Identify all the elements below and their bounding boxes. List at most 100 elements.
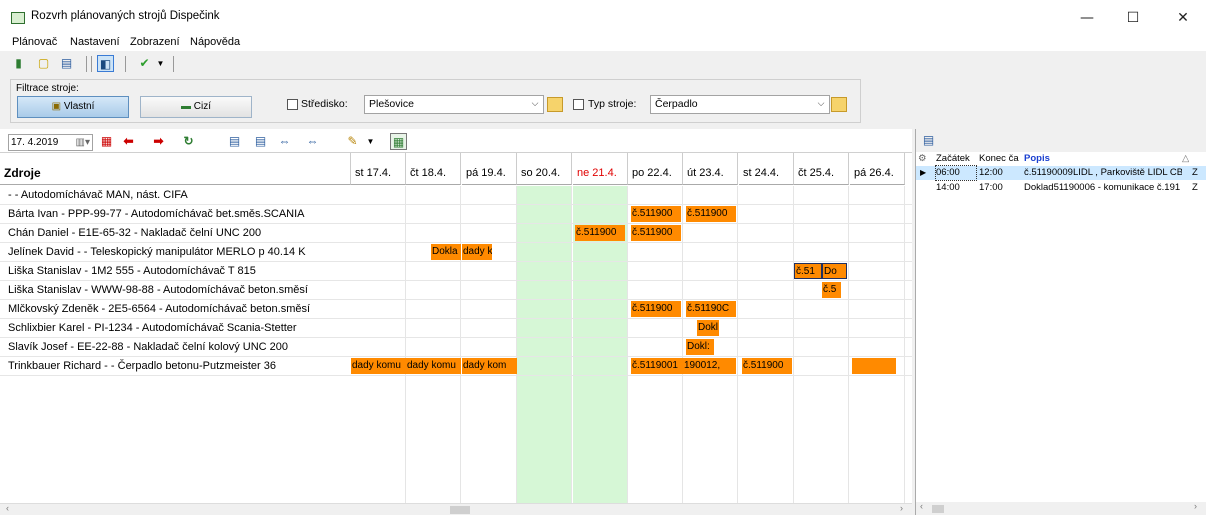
date-value: 17. 4.2019 (11, 137, 59, 148)
schedule-bar[interactable]: č.511900 (686, 206, 736, 222)
chevron-down-icon: ⌵ (817, 98, 825, 108)
schedule-bar[interactable]: č.5 (822, 282, 841, 298)
resource-row[interactable]: Schlixbier Karel - PI-1234 - Autodomíchá… (0, 319, 912, 338)
menu-bar: Plánovač Nastavení Zobrazení Nápověda (0, 33, 1206, 51)
folder-icon[interactable] (831, 97, 847, 112)
zoom-out-icon[interactable]: ▤ (226, 133, 243, 150)
start-column-header[interactable]: Začátek (936, 153, 978, 164)
schedule-bar[interactable]: Dokla (431, 244, 461, 260)
truck-icon: ▬ (180, 101, 194, 112)
resource-row[interactable]: Chán Daniel - E1E-65-32 - Nakladač čelní… (0, 224, 912, 243)
layout-view-icon[interactable]: ◧ (97, 55, 114, 72)
detail-row[interactable]: 14:00 17:00 Doklad51190006 - komunikace č.… (916, 181, 1206, 195)
resource-row[interactable]: Liška Stanislav - 1M2 555 - Autodomícháv… (0, 262, 912, 281)
resource-row[interactable]: Trinkbauer Richard - - Čerpadlo betonu-P… (0, 357, 912, 376)
resource-row[interactable]: Bárta Ivan - PPP-99-77 - Autodomíchávač … (0, 205, 912, 224)
zoom-in-icon[interactable]: ▤ (252, 133, 269, 150)
machine-type-select[interactable]: Čerpadlo ⌵ (650, 95, 830, 114)
schedule-bar[interactable]: dady komu (351, 358, 406, 374)
close-button[interactable]: ✕ (1160, 6, 1206, 30)
description-column-header[interactable]: Popis (1024, 153, 1174, 164)
day-header[interactable]: čt 18.4. (406, 153, 461, 185)
schedule-bar[interactable]: č.51 (794, 263, 822, 279)
foreign-machines-button[interactable]: ▬ Cizí (140, 96, 252, 118)
resource-label: Slavík Josef - EE-22-88 - Nakladač čelní… (8, 341, 289, 353)
schedule-bar[interactable]: dady komu (406, 358, 461, 374)
fit-columns-icon[interactable]: ⇔ (304, 133, 321, 150)
export-icon[interactable]: ▦ (390, 133, 407, 150)
edit-document-icon[interactable]: ▤ (920, 132, 937, 149)
check-icon[interactable]: ✔ (136, 55, 153, 72)
center-checkbox[interactable] (287, 99, 298, 110)
edit-document-icon[interactable]: ▤ (58, 55, 75, 72)
minimize-button[interactable]: — (1064, 6, 1110, 30)
start-time: 06:00 (935, 165, 977, 181)
type-checkbox[interactable] (573, 99, 584, 110)
machine-filter-group: Filtrace stroje: ▣ Vlastní ▬ Cizí Středi… (10, 79, 861, 123)
calendar-dropdown-icon: ▥▾ (75, 137, 90, 148)
previous-arrow-icon[interactable]: ⬅ (120, 133, 137, 150)
menu-planovac[interactable]: Plánovač (12, 36, 57, 48)
schedule-bar[interactable] (852, 358, 896, 374)
new-document-icon[interactable]: ▢ (35, 55, 52, 72)
day-header[interactable]: po 22.4. (628, 153, 683, 185)
maximize-button[interactable]: ☐ (1110, 6, 1156, 30)
fit-width-icon[interactable]: ⇔ (276, 133, 293, 150)
schedule-bar[interactable]: Do (822, 263, 847, 279)
day-header[interactable]: pá 19.4. (462, 153, 517, 185)
resource-label: Mlčkovský Zdeněk - 2E5-6564 - Autodomích… (8, 303, 311, 315)
menu-zobrazeni[interactable]: Zobrazení (130, 36, 180, 48)
end-column-header[interactable]: Konec ča (979, 153, 1023, 164)
sort-icon: △ (1182, 153, 1190, 164)
day-header[interactable]: út 23.4. (683, 153, 738, 185)
resource-label: Jelínek David - - Teleskopický manipulát… (8, 246, 306, 258)
resource-row[interactable]: Mlčkovský Zdeněk - 2E5-6564 - Autodomích… (0, 300, 912, 319)
detail-horizontal-scrollbar[interactable]: ‹ › (916, 501, 1206, 515)
resource-row[interactable]: Slavík Josef - EE-22-88 - Nakladač čelní… (0, 338, 912, 357)
app-icon (11, 12, 25, 24)
schedule-bar[interactable]: č.511900 (742, 358, 792, 374)
calendar-today-icon[interactable]: ▦ (98, 133, 115, 150)
date-picker[interactable]: 17. 4.2019 ▥▾ (8, 134, 93, 151)
schedule-bar[interactable]: č.511900 (631, 225, 681, 241)
grid-horizontal-scrollbar[interactable]: ‹ › (0, 503, 912, 515)
schedule-bar[interactable]: dady kom (462, 244, 492, 260)
detail-toolbar: ▤ (916, 129, 1206, 152)
day-header[interactable]: st 24.4. (739, 153, 794, 185)
chevron-down-icon[interactable]: ▼ (362, 133, 379, 150)
schedule-bar[interactable]: č.511900 (575, 225, 625, 241)
resource-row[interactable]: - - Autodomíchávač MAN, nást. CIFA (0, 186, 912, 205)
schedule-bar[interactable]: č.51190C (686, 301, 736, 317)
resource-column-header[interactable]: Zdroje (0, 153, 351, 185)
own-label: Vlastní (63, 101, 95, 112)
schedule-bar[interactable]: Dokl (697, 320, 719, 336)
menu-nastaveni[interactable]: Nastavení (70, 36, 120, 48)
day-header[interactable]: ne 21.4. (573, 153, 628, 185)
pencil-icon[interactable]: ✎ (344, 133, 361, 150)
folder-icon[interactable] (547, 97, 563, 112)
day-header[interactable]: pá 26.4. (850, 153, 905, 185)
schedule-bar[interactable]: č.511900 (631, 206, 681, 222)
center-select[interactable]: Plešovice ⌵ (364, 95, 544, 114)
row-pointer-icon: ▶ (920, 168, 927, 177)
day-header[interactable]: st 17.4. (351, 153, 406, 185)
menu-napoveda[interactable]: Nápověda (190, 36, 240, 48)
own-machines-button[interactable]: ▣ Vlastní (17, 96, 129, 118)
resource-row[interactable]: Liška Stanislav - WWW-98-88 - Autodomích… (0, 281, 912, 300)
next-arrow-icon[interactable]: ➡ (150, 133, 167, 150)
schedule-bar[interactable]: č.511900 (631, 301, 681, 317)
detail-row[interactable]: ▶ 06:00 12:00 č.51190009LIDL , Parkoviště L… (916, 165, 1206, 181)
exit-icon[interactable]: ▮ (10, 55, 27, 72)
schedule-bar[interactable]: dady kom (462, 358, 517, 374)
refresh-icon[interactable]: ↻ (180, 133, 197, 150)
resource-label: Trinkbauer Richard - - Čerpadlo betonu-P… (8, 360, 276, 372)
day-header[interactable]: so 20.4. (517, 153, 572, 185)
schedule-bar[interactable]: Dokl: (686, 339, 714, 355)
schedule-toolbar: 17. 4.2019 ▥▾ ▦ ⬅ ➡ ↻ ▤ ▤ ⇔ ⇔ ✎ ▼ ▦ (0, 129, 912, 153)
schedule-bar[interactable]: 190012, (683, 358, 736, 374)
resource-row[interactable]: Jelínek David - - Teleskopický manipulát… (0, 243, 912, 262)
day-header[interactable]: čt 25.4. (794, 153, 849, 185)
schedule-bar[interactable]: č.5119001 (631, 358, 684, 374)
description: Doklad51190006 - komunikace č.191 (1024, 182, 1181, 193)
chevron-down-icon[interactable]: ▼ (152, 55, 169, 72)
